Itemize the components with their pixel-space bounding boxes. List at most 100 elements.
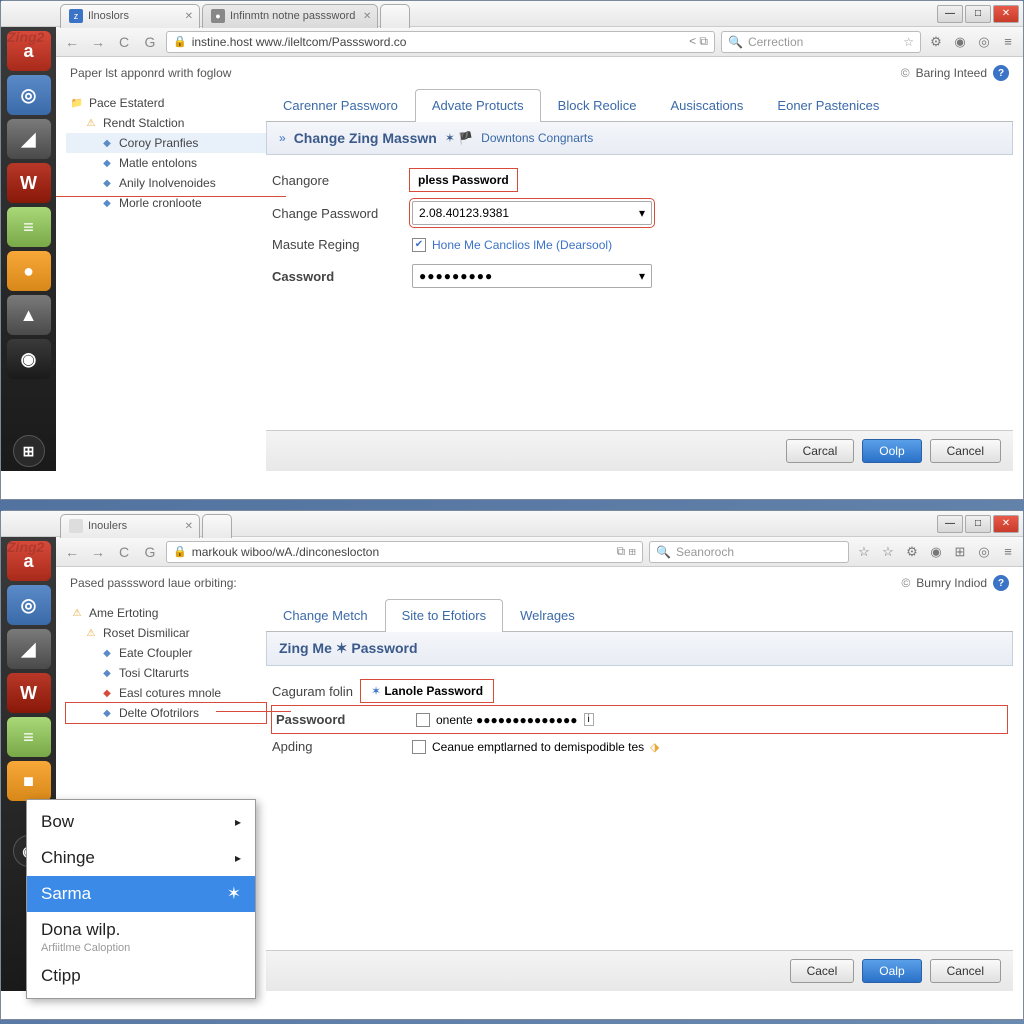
tab-advateprotucts[interactable]: Advate Protucts: [415, 89, 541, 122]
close-icon[interactable]: ✕: [185, 521, 193, 532]
dock-item-5[interactable]: ≡: [7, 207, 51, 247]
dock-item-apps[interactable]: ⊞: [13, 435, 45, 467]
minimize-button[interactable]: —: [937, 515, 963, 533]
dock-item-2[interactable]: ◎: [7, 75, 51, 115]
home-icon[interactable]: G: [140, 542, 160, 562]
tree-item[interactable]: ◆Easl cotures mnole: [66, 683, 266, 703]
help-icon[interactable]: ?: [993, 65, 1009, 81]
dock-item-6[interactable]: ■: [7, 761, 51, 801]
star-icon[interactable]: ☆: [903, 35, 914, 49]
gear-icon[interactable]: ⚙: [927, 33, 945, 51]
tree-item[interactable]: ◆Anily Inolvenoides: [66, 173, 266, 193]
callout-line: [216, 711, 291, 712]
options-link[interactable]: Hone Me Canclios lMe (Dearsool): [432, 238, 612, 252]
menu-item-donawilp[interactable]: Dona wilp.: [27, 912, 255, 942]
tree-item[interactable]: ◆Coroy Pranfies: [66, 133, 266, 153]
tab-ausiscations[interactable]: Ausiscations: [653, 89, 760, 121]
menu-item-bow[interactable]: Bow▸: [27, 804, 255, 840]
minimize-button[interactable]: —: [937, 5, 963, 23]
cancel-button[interactable]: Carcal: [786, 439, 855, 463]
tree-item[interactable]: 📁Pace Estaterd: [66, 93, 266, 113]
ext2-icon[interactable]: ⊞: [951, 543, 969, 561]
tab-sitetoefotiors[interactable]: Site to Efotiors: [385, 599, 504, 632]
menu-item-ctipp[interactable]: Ctipp: [27, 958, 255, 994]
tree-item[interactable]: ◆Matle entolons: [66, 153, 266, 173]
browser-tab-1[interactable]: z Ilnoslors ✕: [60, 4, 200, 28]
close-button[interactable]: ✕: [993, 515, 1019, 533]
back-icon[interactable]: ←: [62, 32, 82, 52]
tree-item[interactable]: ⚠Ame Ertoting: [66, 603, 266, 623]
tree-label: Tosi Cltarurts: [119, 666, 189, 680]
tree-item[interactable]: ◆Tosi Cltarurts: [66, 663, 266, 683]
url-input[interactable]: 🔒 instine.host www./ileltcom/Passsword.c…: [166, 31, 715, 53]
close-icon[interactable]: ✕: [185, 11, 193, 22]
checkbox[interactable]: ✔: [412, 238, 426, 252]
new-tab-button[interactable]: [380, 4, 410, 28]
dock-item-7[interactable]: ▲: [7, 295, 51, 335]
tab-carennerpassword[interactable]: Carenner Passworo: [266, 89, 415, 121]
help-icon[interactable]: ?: [993, 575, 1009, 591]
ok-button[interactable]: Oalp: [862, 959, 921, 983]
new-tab-button[interactable]: [202, 514, 232, 538]
checkbox[interactable]: [416, 713, 430, 727]
menu-item-chinge[interactable]: Chinge▸: [27, 840, 255, 876]
password-cell: onente ●●●●●●●●●●●●●● i: [416, 713, 594, 727]
cancel-button-2[interactable]: Cancel: [930, 959, 1001, 983]
ext3-icon[interactable]: ◎: [975, 543, 993, 561]
change-password-select[interactable]: 2.08.40123.9381 ▾: [412, 201, 652, 225]
info-icon[interactable]: i: [584, 713, 594, 726]
ext-icon[interactable]: ◉: [951, 33, 969, 51]
gear-icon[interactable]: ⚙: [903, 543, 921, 561]
browser-tab-2[interactable]: ● Infinmtn notne passsword ✕: [202, 4, 378, 28]
browser-tab-1[interactable]: Inoulers ✕: [60, 514, 200, 538]
form-area: Caguram folin ✶ Lanole Password Passwoor…: [266, 666, 1013, 950]
dock-item-5[interactable]: ≡: [7, 717, 51, 757]
ext-icon[interactable]: ◉: [927, 543, 945, 561]
dock-item-6[interactable]: ●: [7, 251, 51, 291]
tab-blockreolice[interactable]: Block Reolice: [541, 89, 654, 121]
dock-item-3[interactable]: ◢: [7, 119, 51, 159]
checkbox[interactable]: [412, 740, 426, 754]
tree-item[interactable]: ⚠Roset Dismilicar: [66, 623, 266, 643]
url-input[interactable]: 🔒 markouk wiboo/wA./dinconeslocton ⧉ ⊞: [166, 541, 643, 563]
dock-item-4[interactable]: W: [7, 673, 51, 713]
tree-item[interactable]: ◆Eate Cfoupler: [66, 643, 266, 663]
ok-button[interactable]: Oolp: [862, 439, 921, 463]
maximize-button[interactable]: □: [965, 515, 991, 533]
tree-label: Rendt Stalction: [103, 116, 184, 130]
close-icon[interactable]: ✕: [363, 11, 371, 22]
search-input[interactable]: 🔍 Seanoroch: [649, 541, 849, 563]
tree-item-highlighted[interactable]: ◆Delte Ofotrilors: [66, 703, 266, 723]
menu-icon[interactable]: ≡: [999, 543, 1017, 561]
tree-item[interactable]: ⚠Rendt Stalction: [66, 113, 266, 133]
star-icon[interactable]: ☆: [855, 543, 873, 561]
dock-item-8[interactable]: ◉: [7, 339, 51, 379]
dock-item-2[interactable]: ◎: [7, 585, 51, 625]
cancel-button-2[interactable]: Cancel: [930, 439, 1001, 463]
tab-eonerpastenices[interactable]: Eoner Pastenices: [760, 89, 896, 121]
menu-item-sarma[interactable]: Sarma✶: [27, 876, 255, 912]
info-icon[interactable]: ⬗: [650, 740, 659, 754]
reload-icon[interactable]: C: [114, 542, 134, 562]
close-button[interactable]: ✕: [993, 5, 1019, 23]
reload-icon[interactable]: C: [114, 32, 134, 52]
form-label: Apding: [272, 739, 402, 754]
maximize-button[interactable]: □: [965, 5, 991, 23]
password-field[interactable]: ●●●●●●●●● ▾: [412, 264, 652, 288]
back-icon[interactable]: ←: [62, 542, 82, 562]
dock-item-3[interactable]: ◢: [7, 629, 51, 669]
toolbar-icons: ☆ ☆ ⚙ ◉ ⊞ ◎ ≡: [855, 543, 1017, 561]
tab-changemetch[interactable]: Change Metch: [266, 599, 385, 631]
ext2-icon[interactable]: ◎: [975, 33, 993, 51]
star2-icon[interactable]: ☆: [879, 543, 897, 561]
tree-label: Matle entolons: [119, 156, 197, 170]
dock-item-4[interactable]: W: [7, 163, 51, 203]
context-menu: Bow▸ Chinge▸ Sarma✶ Dona wilp. Arfiitlme…: [26, 799, 256, 999]
menu-icon[interactable]: ≡: [999, 33, 1017, 51]
forward-icon[interactable]: →: [88, 542, 108, 562]
tab-welrages[interactable]: Welrages: [503, 599, 592, 631]
search-input[interactable]: 🔍 Cerrection ☆: [721, 31, 921, 53]
forward-icon[interactable]: →: [88, 32, 108, 52]
cancel-button[interactable]: Cacel: [790, 959, 855, 983]
home-icon[interactable]: G: [140, 32, 160, 52]
